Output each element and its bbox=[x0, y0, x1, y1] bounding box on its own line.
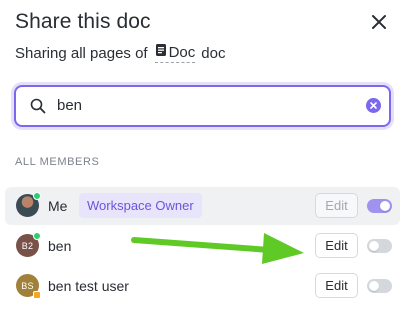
edit-permission-button[interactable]: Edit bbox=[315, 273, 358, 298]
dialog-subtitle: Sharing all pages of Doc doc bbox=[15, 43, 225, 63]
avatar-initials: B2 bbox=[21, 240, 34, 251]
search-input[interactable]: ben bbox=[14, 85, 391, 127]
avatar: BS bbox=[16, 274, 41, 299]
access-toggle[interactable] bbox=[367, 199, 392, 213]
search-icon bbox=[30, 98, 46, 119]
pointer-arrow bbox=[130, 226, 308, 271]
avatar bbox=[16, 192, 41, 217]
search-value[interactable]: ben bbox=[57, 97, 82, 114]
member-name: ben bbox=[48, 238, 72, 254]
section-label: ALL MEMBERS bbox=[15, 156, 100, 168]
avatar-initials: BS bbox=[21, 280, 34, 291]
online-status-icon bbox=[33, 232, 41, 240]
doc-name: Doc bbox=[168, 43, 196, 61]
dialog-title: Share this doc bbox=[15, 10, 151, 33]
member-row-ben-test-user: BS ben test user Edit bbox=[5, 267, 400, 305]
close-icon[interactable] bbox=[370, 13, 388, 31]
role-badge: Workspace Owner bbox=[79, 193, 202, 218]
toggle-knob bbox=[369, 281, 379, 291]
member-row-me: Me Workspace Owner Edit bbox=[5, 187, 400, 225]
doc-icon bbox=[155, 43, 169, 61]
avatar: B2 bbox=[16, 232, 41, 257]
subtitle-suffix: doc bbox=[201, 44, 226, 62]
guest-status-icon bbox=[33, 291, 41, 299]
clear-search-icon[interactable] bbox=[366, 98, 381, 113]
toggle-knob bbox=[380, 201, 390, 211]
dialog-header: Share this doc bbox=[15, 10, 395, 40]
toggle-knob bbox=[369, 241, 379, 251]
access-toggle[interactable] bbox=[367, 239, 392, 253]
edit-permission-button[interactable]: Edit bbox=[315, 233, 358, 258]
member-name: Me bbox=[48, 198, 68, 214]
online-status-icon bbox=[33, 192, 41, 200]
doc-link[interactable]: Doc bbox=[154, 43, 196, 63]
edit-permission-button[interactable]: Edit bbox=[315, 193, 358, 218]
access-toggle[interactable] bbox=[367, 279, 392, 293]
subtitle-prefix: Sharing all pages of bbox=[15, 44, 148, 62]
member-name: ben test user bbox=[48, 278, 129, 294]
